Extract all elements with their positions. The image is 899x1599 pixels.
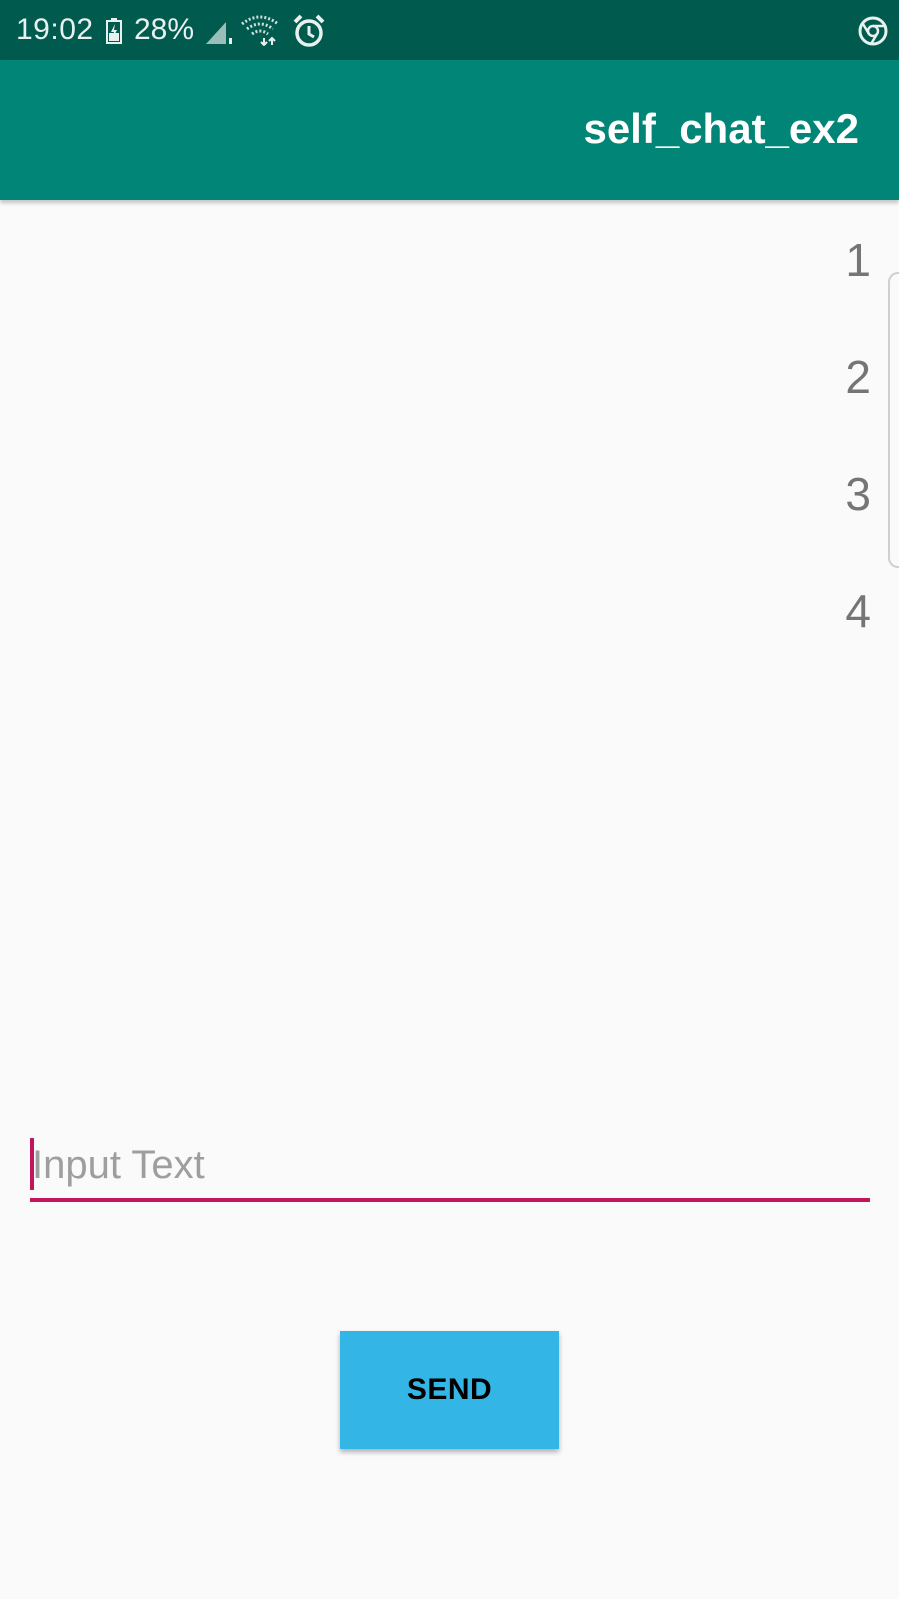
list-item: 4 bbox=[845, 585, 871, 637]
chrome-icon bbox=[858, 16, 888, 46]
text-cursor bbox=[30, 1138, 34, 1190]
battery-percent: 28% bbox=[134, 13, 195, 46]
wifi-icon bbox=[241, 15, 279, 46]
status-bar: 19:02 28% bbox=[0, 0, 899, 60]
cell-signal-icon bbox=[206, 22, 232, 44]
list-item: 3 bbox=[845, 468, 871, 520]
app-bar: self_chat_ex2 bbox=[0, 60, 899, 200]
status-time: 19:02 bbox=[16, 13, 94, 46]
list-item: 1 bbox=[845, 234, 871, 286]
message-input[interactable] bbox=[30, 1132, 870, 1202]
message-list[interactable]: 1 2 3 4 bbox=[811, 228, 871, 696]
app-title: self_chat_ex2 bbox=[583, 105, 859, 152]
battery-charging-icon bbox=[106, 18, 122, 44]
alarm-icon bbox=[293, 14, 325, 47]
list-item: 2 bbox=[845, 351, 871, 403]
scrollbar[interactable] bbox=[888, 272, 899, 568]
input-container bbox=[30, 1132, 870, 1204]
send-button[interactable]: SEND bbox=[340, 1331, 559, 1449]
